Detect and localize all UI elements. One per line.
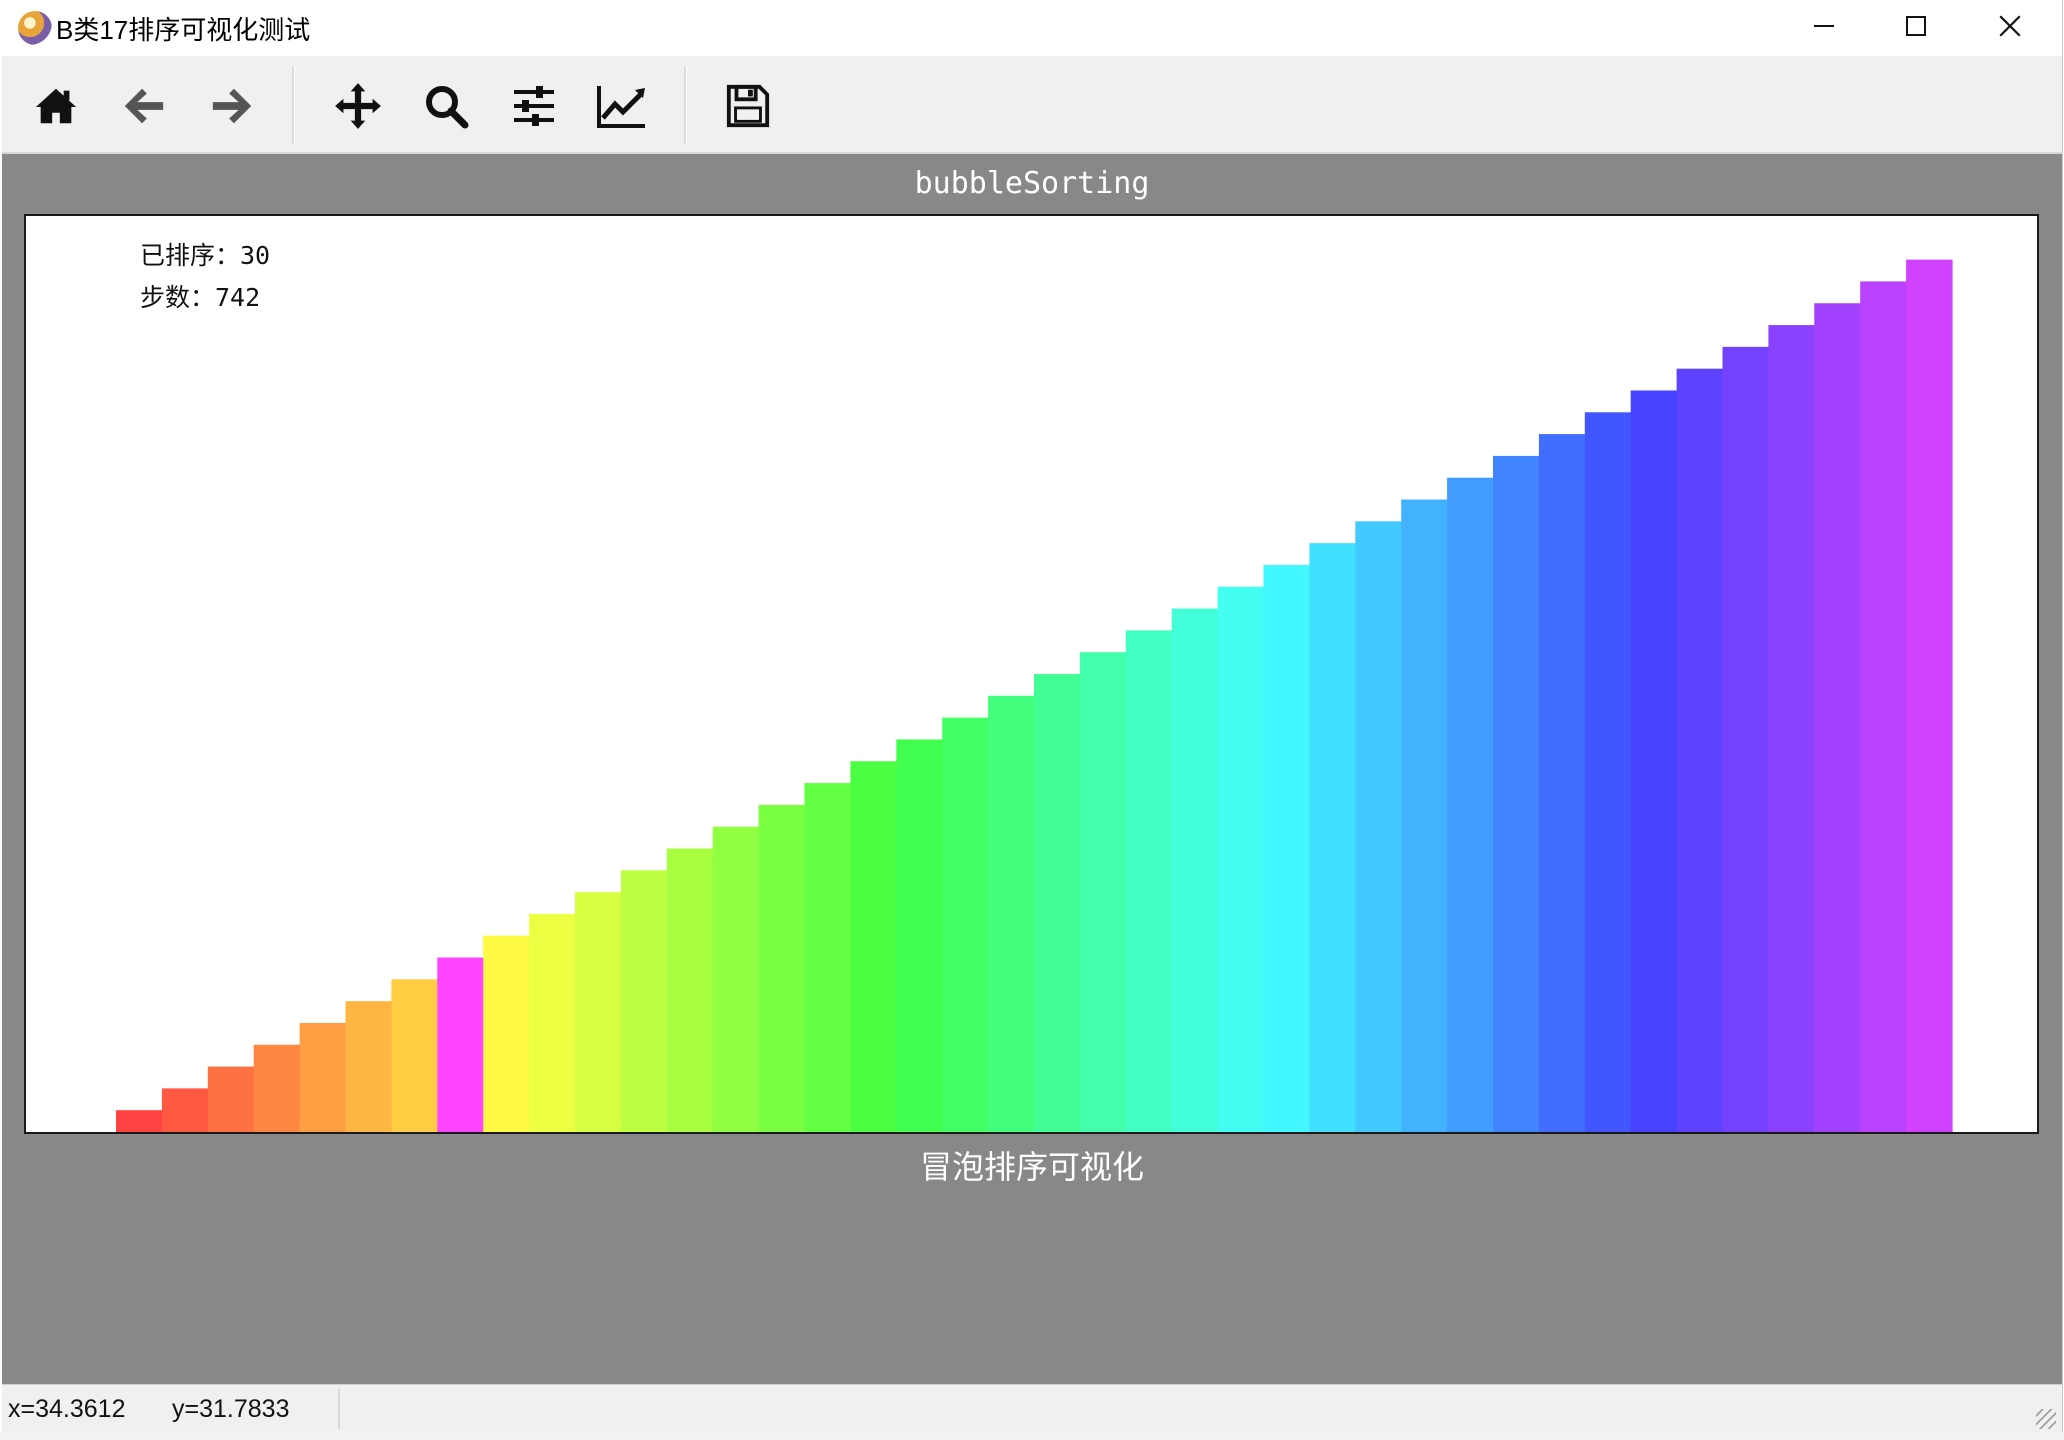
zoom-button[interactable] (416, 76, 476, 136)
cursor-y-readout: y=31.7833 (172, 1395, 290, 1423)
close-button[interactable] (1964, 0, 2056, 52)
bar-29 (1401, 499, 1448, 1132)
toolbar-separator (684, 66, 687, 144)
home-button[interactable] (26, 76, 86, 136)
bar-32 (1538, 434, 1586, 1132)
bar-22 (1079, 652, 1127, 1132)
bar-27 (1309, 543, 1356, 1132)
bar-6 (345, 1001, 392, 1132)
bar-7 (391, 979, 438, 1132)
status-bar: x=34.3612 y=31.7833 (2, 1384, 2062, 1433)
bar-3 (207, 1066, 255, 1132)
save-button[interactable] (718, 76, 778, 136)
plot-area[interactable]: 已排序：30 步数：742 (24, 214, 2039, 1134)
minimize-icon (1814, 25, 1834, 27)
bar-chart (116, 259, 1953, 1132)
bar-33 (1584, 412, 1632, 1132)
bar-19 (942, 717, 989, 1132)
cursor-x-readout: x=34.3612 (8, 1395, 126, 1423)
bar-12 (620, 870, 668, 1132)
edit-axis-button[interactable] (592, 76, 652, 136)
zoom-icon (426, 86, 469, 129)
bar-26 (1263, 564, 1310, 1132)
bar-5 (299, 1022, 347, 1132)
pan-button[interactable] (328, 76, 388, 136)
figure-canvas[interactable]: bubbleSorting 已排序：30 步数：742 冒泡排序可视化 (2, 154, 2062, 1384)
window-title: B类17排序可视化测试 (56, 15, 311, 45)
window-bottom-edge (0, 1432, 2064, 1440)
back-button[interactable] (114, 76, 174, 136)
sorted-count-label: 已排序：30 (140, 241, 271, 270)
status-separator (338, 1389, 340, 1429)
bar-14 (712, 826, 760, 1132)
bar-23 (1125, 630, 1173, 1132)
bar-15 (758, 804, 806, 1132)
minimize-button[interactable] (1778, 0, 1870, 52)
home-icon (35, 88, 77, 124)
forward-button[interactable] (202, 76, 262, 136)
maximize-button[interactable] (1870, 0, 1962, 52)
bar-18 (896, 739, 943, 1132)
bar-36 (1722, 346, 1769, 1132)
app-icon (18, 11, 52, 45)
bar-1 (116, 1110, 163, 1132)
close-icon (1999, 15, 2021, 37)
forward-icon (212, 88, 252, 124)
save-icon (726, 84, 770, 128)
step-count-label: 步数：742 (140, 283, 261, 312)
bar-38 (1814, 303, 1861, 1132)
configure-subplots-icon (514, 86, 554, 126)
bar-30 (1447, 477, 1494, 1132)
bar-39 (1860, 281, 1907, 1132)
bar-9 (483, 935, 530, 1132)
pan-icon (335, 83, 381, 129)
bar-8 (437, 957, 484, 1132)
bar-28 (1355, 521, 1402, 1132)
app-window: B类17排序可视化测试 bubbleSorting 已排序：30 步数：742 … (2, 0, 2063, 1433)
bar-25 (1217, 586, 1265, 1132)
bar-37 (1768, 325, 1815, 1132)
resize-grip[interactable] (2036, 1409, 2056, 1429)
chart-title: bubbleSorting (914, 166, 1150, 201)
toolbar-separator (292, 66, 295, 144)
bar-35 (1676, 368, 1724, 1132)
bar-4 (253, 1044, 301, 1132)
bar-21 (1034, 674, 1081, 1132)
bar-13 (666, 848, 714, 1132)
title-bar[interactable]: B类17排序可视化测试 (2, 0, 2062, 56)
bar-20 (988, 695, 1035, 1132)
back-icon (124, 88, 164, 124)
bar-2 (161, 1088, 209, 1132)
configure-subplots-button[interactable] (504, 76, 564, 136)
edit-axis-icon (597, 86, 645, 128)
bar-31 (1493, 455, 1540, 1132)
navigation-toolbar (2, 56, 2062, 154)
maximize-icon (1906, 16, 1926, 36)
bar-34 (1630, 390, 1678, 1132)
bar-17 (850, 761, 897, 1132)
bar-10 (529, 913, 576, 1132)
bar-11 (575, 892, 622, 1132)
bar-40 (1906, 259, 1953, 1132)
bar-24 (1171, 608, 1219, 1132)
x-axis-label: 冒泡排序可视化 (919, 1148, 1144, 1186)
bar-16 (804, 783, 851, 1132)
